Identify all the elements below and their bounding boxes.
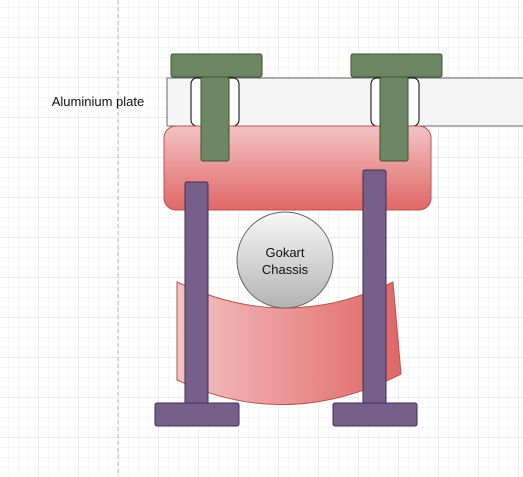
diagram-canvas: Aluminium plate Gokart Chassis bbox=[0, 0, 523, 477]
right-clamp-stem[interactable] bbox=[379, 76, 409, 162]
left-bolt-shaft[interactable] bbox=[184, 181, 209, 405]
chassis-label-line1: Gokart bbox=[265, 245, 304, 260]
left-clamp-head[interactable] bbox=[170, 53, 263, 78]
chassis-label-line2: Chassis bbox=[262, 262, 309, 277]
plate-label: Aluminium plate bbox=[52, 94, 145, 109]
left-clamp-stem[interactable] bbox=[200, 76, 230, 162]
gokart-chassis-tube[interactable] bbox=[236, 211, 334, 309]
diagram-svg: Aluminium plate Gokart Chassis bbox=[52, 0, 523, 477]
right-bolt-head[interactable] bbox=[332, 402, 418, 427]
right-bolt-shaft[interactable] bbox=[362, 169, 387, 405]
left-bolt-head[interactable] bbox=[154, 402, 240, 427]
right-clamp-head[interactable] bbox=[350, 53, 443, 78]
